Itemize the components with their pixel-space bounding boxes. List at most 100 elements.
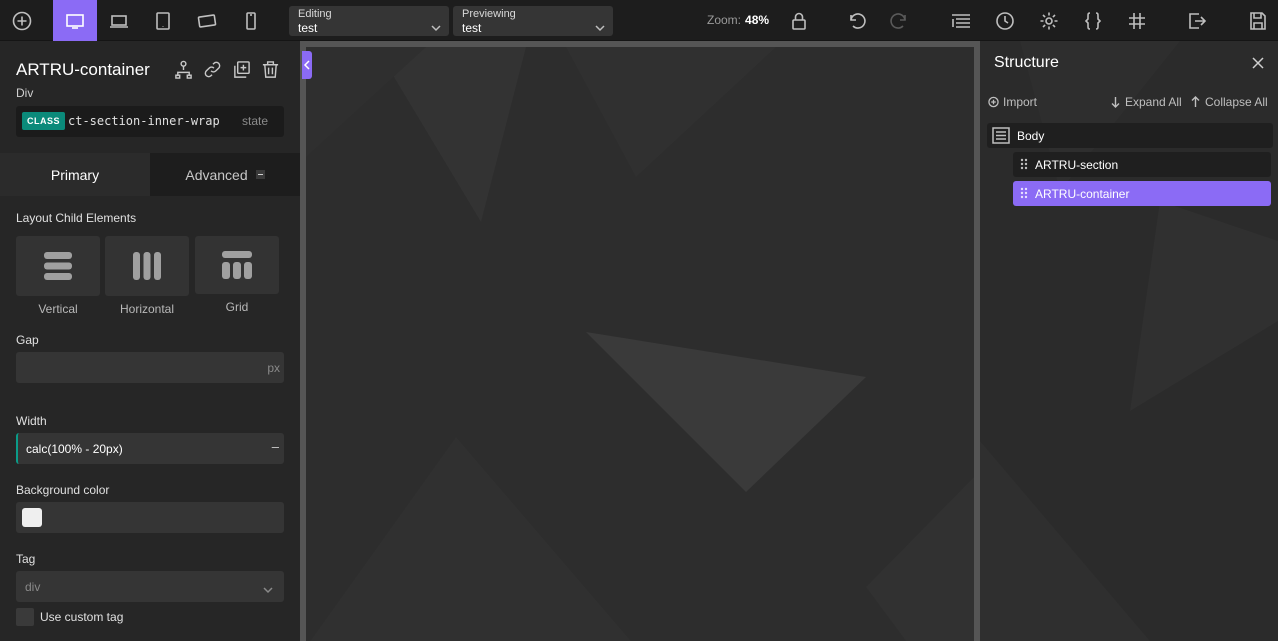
tag-select[interactable]: div bbox=[16, 571, 284, 602]
tree-item-artru-section[interactable]: ARTRU-section bbox=[1013, 152, 1271, 177]
phone-icon[interactable] bbox=[229, 0, 273, 41]
document-icon bbox=[992, 127, 1010, 144]
canvas-area bbox=[300, 41, 980, 641]
tag-value: div bbox=[25, 580, 41, 594]
code-braces-icon[interactable] bbox=[1080, 0, 1106, 41]
tab-primary[interactable]: Primary bbox=[0, 153, 150, 196]
close-icon[interactable] bbox=[1252, 56, 1264, 69]
canvas-preview[interactable] bbox=[306, 47, 974, 641]
collapse-panel-tab[interactable] bbox=[302, 51, 312, 79]
collapse-all-label: Collapse All bbox=[1205, 95, 1268, 109]
layout-vertical-option[interactable]: Vertical bbox=[16, 236, 100, 316]
custom-tag-checkbox[interactable] bbox=[16, 608, 34, 626]
exit-icon[interactable] bbox=[1184, 0, 1210, 41]
width-input[interactable]: calc(100% - 20px) – bbox=[16, 433, 284, 464]
structure-icon[interactable] bbox=[172, 58, 195, 81]
tree-item-body[interactable]: Body bbox=[987, 123, 1273, 148]
grid-icon[interactable] bbox=[1124, 0, 1150, 41]
background-color-input[interactable] bbox=[16, 502, 284, 533]
import-button[interactable]: Import bbox=[988, 95, 1037, 109]
element-title[interactable]: ARTRU-container bbox=[16, 60, 150, 80]
class-selector[interactable]: CLASS ct-section-inner-wrap state bbox=[16, 106, 284, 137]
background-color-label: Background color bbox=[16, 483, 110, 497]
tree-item-label: ARTRU-container bbox=[1035, 186, 1130, 201]
trash-icon[interactable] bbox=[259, 58, 282, 81]
layout-horizontal-option[interactable]: Horizontal bbox=[105, 236, 189, 316]
chevron-left-icon bbox=[303, 60, 310, 70]
width-label: Width bbox=[16, 414, 47, 428]
previewing-label: Previewing bbox=[462, 8, 516, 20]
layout-horizontal-button[interactable] bbox=[105, 236, 189, 296]
class-badge: CLASS bbox=[22, 112, 66, 130]
collapse-icon bbox=[255, 170, 265, 179]
redo-icon[interactable] bbox=[887, 0, 913, 41]
undo-icon[interactable] bbox=[843, 0, 869, 41]
expand-all-label: Expand All bbox=[1125, 95, 1182, 109]
zoom-value: 48% bbox=[745, 13, 770, 27]
tab-primary-label: Primary bbox=[50, 166, 100, 183]
properties-panel: ARTRU-container Div CLASS ct-section-inn… bbox=[0, 41, 300, 641]
element-actions bbox=[172, 58, 282, 81]
zoom-indicator[interactable]: Zoom: 48% bbox=[707, 13, 769, 27]
drag-handle-icon[interactable] bbox=[1020, 158, 1028, 170]
layout-vertical-label: Vertical bbox=[38, 302, 78, 316]
tree-item-label: ARTRU-section bbox=[1035, 157, 1119, 172]
layout-grid-button[interactable] bbox=[195, 236, 279, 294]
menu-list-icon[interactable] bbox=[948, 0, 974, 41]
vertical-layout-icon bbox=[44, 252, 72, 280]
previewing-value: test bbox=[462, 21, 482, 35]
grid-layout-icon bbox=[222, 251, 252, 279]
structure-panel: Structure Import Expand All Collapse All… bbox=[980, 41, 1278, 641]
chevron-down-icon bbox=[263, 582, 273, 594]
canvas-background-pattern bbox=[306, 47, 974, 641]
custom-tag-label: Use custom tag bbox=[40, 610, 124, 624]
tablet-icon[interactable] bbox=[141, 0, 185, 41]
layout-horizontal-label: Horizontal bbox=[119, 302, 175, 316]
tablet-landscape-icon[interactable] bbox=[185, 0, 229, 41]
gap-label: Gap bbox=[16, 333, 39, 347]
lock-icon[interactable] bbox=[787, 0, 811, 41]
tree-item-label: Body bbox=[1017, 128, 1045, 143]
class-name[interactable]: ct-section-inner-wrap bbox=[68, 114, 220, 128]
width-unit[interactable]: – bbox=[272, 439, 279, 454]
plus-circle-icon bbox=[988, 96, 999, 108]
tab-advanced-label: Advanced bbox=[185, 166, 248, 183]
desktop-icon[interactable] bbox=[53, 0, 97, 41]
editing-value: test bbox=[298, 21, 318, 35]
state-selector[interactable]: state bbox=[242, 114, 268, 128]
drag-handle-icon[interactable] bbox=[1020, 187, 1028, 199]
structure-title: Structure bbox=[994, 54, 1059, 71]
layout-vertical-button[interactable] bbox=[16, 236, 100, 296]
tag-label: Tag bbox=[16, 552, 36, 566]
settings-icon[interactable] bbox=[1036, 0, 1062, 41]
color-swatch[interactable] bbox=[22, 508, 42, 527]
panel-tabs: Primary Advanced bbox=[0, 153, 300, 196]
save-icon[interactable] bbox=[1246, 0, 1270, 41]
laptop-icon[interactable] bbox=[97, 0, 141, 41]
tree-item-artru-container[interactable]: ARTRU-container bbox=[1013, 181, 1271, 206]
tab-advanced[interactable]: Advanced bbox=[150, 153, 300, 196]
collapse-all-button[interactable]: Collapse All bbox=[1190, 95, 1268, 109]
editing-label: Editing bbox=[298, 8, 332, 20]
chevron-down-icon bbox=[595, 20, 605, 32]
duplicate-icon[interactable] bbox=[230, 58, 253, 81]
gap-unit[interactable]: px bbox=[267, 361, 280, 375]
import-label: Import bbox=[1003, 95, 1038, 109]
chevron-down-icon bbox=[431, 20, 441, 32]
layout-grid-option[interactable]: Grid bbox=[195, 236, 279, 314]
previewing-dropdown[interactable]: Previewing test bbox=[453, 6, 613, 36]
layout-grid-label: Grid bbox=[225, 300, 249, 314]
layout-label: Layout Child Elements bbox=[16, 211, 137, 225]
gap-input[interactable]: px bbox=[16, 352, 284, 383]
width-value: calc(100% - 20px) bbox=[26, 442, 123, 456]
history-icon[interactable] bbox=[992, 0, 1018, 41]
element-type: Div bbox=[16, 86, 34, 100]
add-icon[interactable] bbox=[0, 0, 44, 41]
expand-all-button[interactable]: Expand All bbox=[1110, 95, 1182, 109]
top-toolbar: Editing test Previewing test Zoom: 48% bbox=[0, 0, 1278, 41]
horizontal-layout-icon bbox=[133, 252, 161, 280]
editing-dropdown[interactable]: Editing test bbox=[289, 6, 449, 36]
zoom-label: Zoom: bbox=[707, 13, 742, 27]
arrow-down-icon bbox=[1111, 97, 1120, 108]
link-icon[interactable] bbox=[201, 58, 224, 81]
